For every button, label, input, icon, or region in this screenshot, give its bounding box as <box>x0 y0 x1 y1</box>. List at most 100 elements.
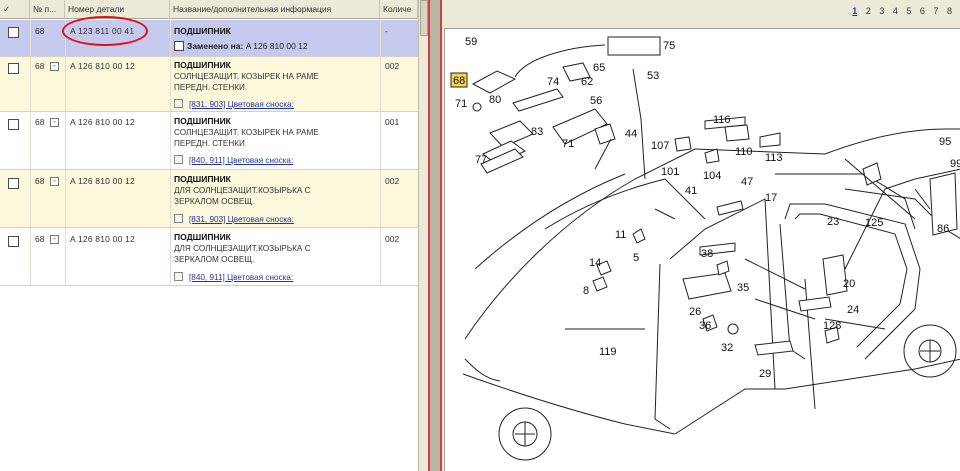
callout-36[interactable]: 36 <box>699 320 711 332</box>
table-row[interactable]: 68 - A 126 810 00 12 ПОДШИПНИК ДЛЯ СОЛНЦ… <box>0 170 418 228</box>
row-checkbox[interactable] <box>8 236 19 247</box>
color-footnote-link[interactable]: [831, 903] Цветовая сноска: <box>189 215 294 224</box>
replaced-checkbox[interactable] <box>174 41 184 51</box>
callout-77[interactable]: 77 <box>475 154 487 166</box>
color-footnote: [840, 911] Цветовая сноска: <box>174 155 293 165</box>
row-position: 68 <box>35 117 45 127</box>
callout-74[interactable]: 74 <box>547 76 559 88</box>
callout-86[interactable]: 86 <box>937 223 949 235</box>
row-description-1: СОЛНЦЕЗАЩИТ. КОЗЫРЕК НА РАМЕ <box>174 72 319 81</box>
row-part-name: ПОДШИПНИК <box>174 26 231 36</box>
highlighted-callout-68[interactable]: 68 <box>450 72 468 88</box>
exploded-diagram[interactable]: 68 59 75 65 74 62 53 56 71 80 83 77 71 4… <box>444 28 960 471</box>
callout-44[interactable]: 44 <box>625 128 637 140</box>
expand-toggle[interactable]: - <box>50 177 59 186</box>
row-position: 68 <box>35 61 45 71</box>
expand-toggle[interactable]: - <box>50 118 59 127</box>
row-description-1: СОЛНЦЕЗАЩИТ. КОЗЫРЕК НА РАМЕ <box>174 128 319 137</box>
replaced-value[interactable]: A 126 810 00 12 <box>246 41 308 51</box>
callout-23[interactable]: 23 <box>827 216 839 228</box>
callout-35[interactable]: 35 <box>737 282 749 294</box>
row-part-number: A 126 810 00 12 <box>70 176 135 186</box>
row-description-2: ПЕРЕДН. СТЕНКИ <box>174 83 245 92</box>
callout-29[interactable]: 29 <box>759 368 771 380</box>
page-link[interactable]: 6 <box>920 6 925 16</box>
row-quantity: 002 <box>385 61 400 71</box>
row-checkbox[interactable] <box>8 27 19 38</box>
table-header: ✓ № п... Номер детали Название/дополните… <box>0 0 418 19</box>
callout-119[interactable]: 119 <box>599 346 617 358</box>
color-footnote: [840, 911] Цветовая сноска: <box>174 272 293 282</box>
callout-26[interactable]: 26 <box>689 306 701 318</box>
callout-75[interactable]: 75 <box>663 40 675 52</box>
table-row[interactable]: 68 - A 126 810 00 12 ПОДШИПНИК СОЛНЦЕЗАЩ… <box>0 57 418 112</box>
page-link[interactable]: 7 <box>933 6 938 16</box>
color-footnote-link[interactable]: [831, 903] Цветовая сноска: <box>189 100 294 109</box>
callout-56[interactable]: 56 <box>590 95 602 107</box>
callout-11[interactable]: 11 <box>615 229 626 241</box>
row-quantity: - <box>385 26 388 36</box>
page-link[interactable]: 2 <box>866 6 871 16</box>
row-description-2: ПЕРЕДН. СТЕНКИ <box>174 139 245 148</box>
callout-8[interactable]: 8 <box>583 285 589 297</box>
document-icon <box>174 99 183 108</box>
callout-101[interactable]: 101 <box>661 166 679 178</box>
row-part-name: ПОДШИПНИК <box>174 232 231 242</box>
callout-20[interactable]: 20 <box>843 278 855 290</box>
callout-99[interactable]: 99 <box>950 158 960 170</box>
header-quantity[interactable]: Количе <box>380 0 418 19</box>
callout-65[interactable]: 65 <box>593 62 605 74</box>
callout-83[interactable]: 83 <box>531 126 543 138</box>
header-name[interactable]: Название/дополнительная информация <box>170 0 380 19</box>
page-link[interactable]: 8 <box>947 6 952 16</box>
callout-113[interactable]: 113 <box>765 152 783 164</box>
page-link[interactable]: 5 <box>906 6 911 16</box>
row-checkbox[interactable] <box>8 119 19 130</box>
row-checkbox[interactable] <box>8 63 19 74</box>
expand-toggle[interactable]: - <box>50 235 59 244</box>
callout-128[interactable]: 128 <box>823 320 841 332</box>
page-link[interactable]: 4 <box>893 6 898 16</box>
callout-38[interactable]: 38 <box>701 248 713 260</box>
pane-splitter[interactable] <box>428 0 442 471</box>
table-row[interactable]: 68 A 123 811 00 41 ПОДШИПНИК Заменено на… <box>0 20 418 57</box>
expand-toggle[interactable]: - <box>50 62 59 71</box>
table-row[interactable]: 68 - A 126 810 00 12 ПОДШИПНИК СОЛНЦЕЗАЩ… <box>0 112 418 170</box>
row-checkbox[interactable] <box>8 178 19 189</box>
scrollbar-thumb[interactable] <box>420 0 428 36</box>
callout-41[interactable]: 41 <box>685 185 697 197</box>
callout-110[interactable]: 110 <box>735 146 753 158</box>
callout-71[interactable]: 71 <box>455 98 467 110</box>
callout-32[interactable]: 32 <box>721 342 733 354</box>
row-quantity: 002 <box>385 176 400 186</box>
row-description-2: ЗЕРКАЛОМ ОСВЕЩ. <box>174 255 255 264</box>
header-position[interactable]: № п... <box>30 0 65 19</box>
callout-14[interactable]: 14 <box>589 257 601 269</box>
callout-95[interactable]: 95 <box>939 136 951 148</box>
callout-62[interactable]: 62 <box>581 76 593 88</box>
page-link-current[interactable]: 1 <box>852 6 857 16</box>
row-position: 68 <box>35 234 45 244</box>
replaced-by: Заменено на: A 126 810 00 12 <box>174 41 308 51</box>
row-part-name: ПОДШИПНИК <box>174 60 231 70</box>
table-row[interactable]: 68 - A 126 810 00 12 ПОДШИПНИК ДЛЯ СОЛНЦ… <box>0 228 418 286</box>
page-link[interactable]: 3 <box>879 6 884 16</box>
callout-5[interactable]: 5 <box>633 252 639 264</box>
callout-116[interactable]: 116 <box>713 114 731 126</box>
callout-47[interactable]: 47 <box>741 176 753 188</box>
callout-104[interactable]: 104 <box>703 170 721 182</box>
callout-59[interactable]: 59 <box>465 36 477 48</box>
callout-53[interactable]: 53 <box>647 70 659 82</box>
callout-17[interactable]: 17 <box>765 192 777 204</box>
color-footnote-link[interactable]: [840, 911] Цветовая сноска: <box>189 273 293 282</box>
row-quantity: 001 <box>385 117 400 127</box>
callout-107[interactable]: 107 <box>651 140 669 152</box>
callout-24[interactable]: 24 <box>847 304 859 316</box>
table-scrollbar[interactable] <box>418 0 428 471</box>
svg-text:68: 68 <box>453 75 465 87</box>
callout-71b[interactable]: 71 <box>562 138 574 150</box>
header-check[interactable]: ✓ <box>0 0 30 19</box>
color-footnote-link[interactable]: [840, 911] Цветовая сноска: <box>189 156 293 165</box>
callout-80[interactable]: 80 <box>489 94 501 106</box>
callout-125[interactable]: 125 <box>865 217 883 229</box>
